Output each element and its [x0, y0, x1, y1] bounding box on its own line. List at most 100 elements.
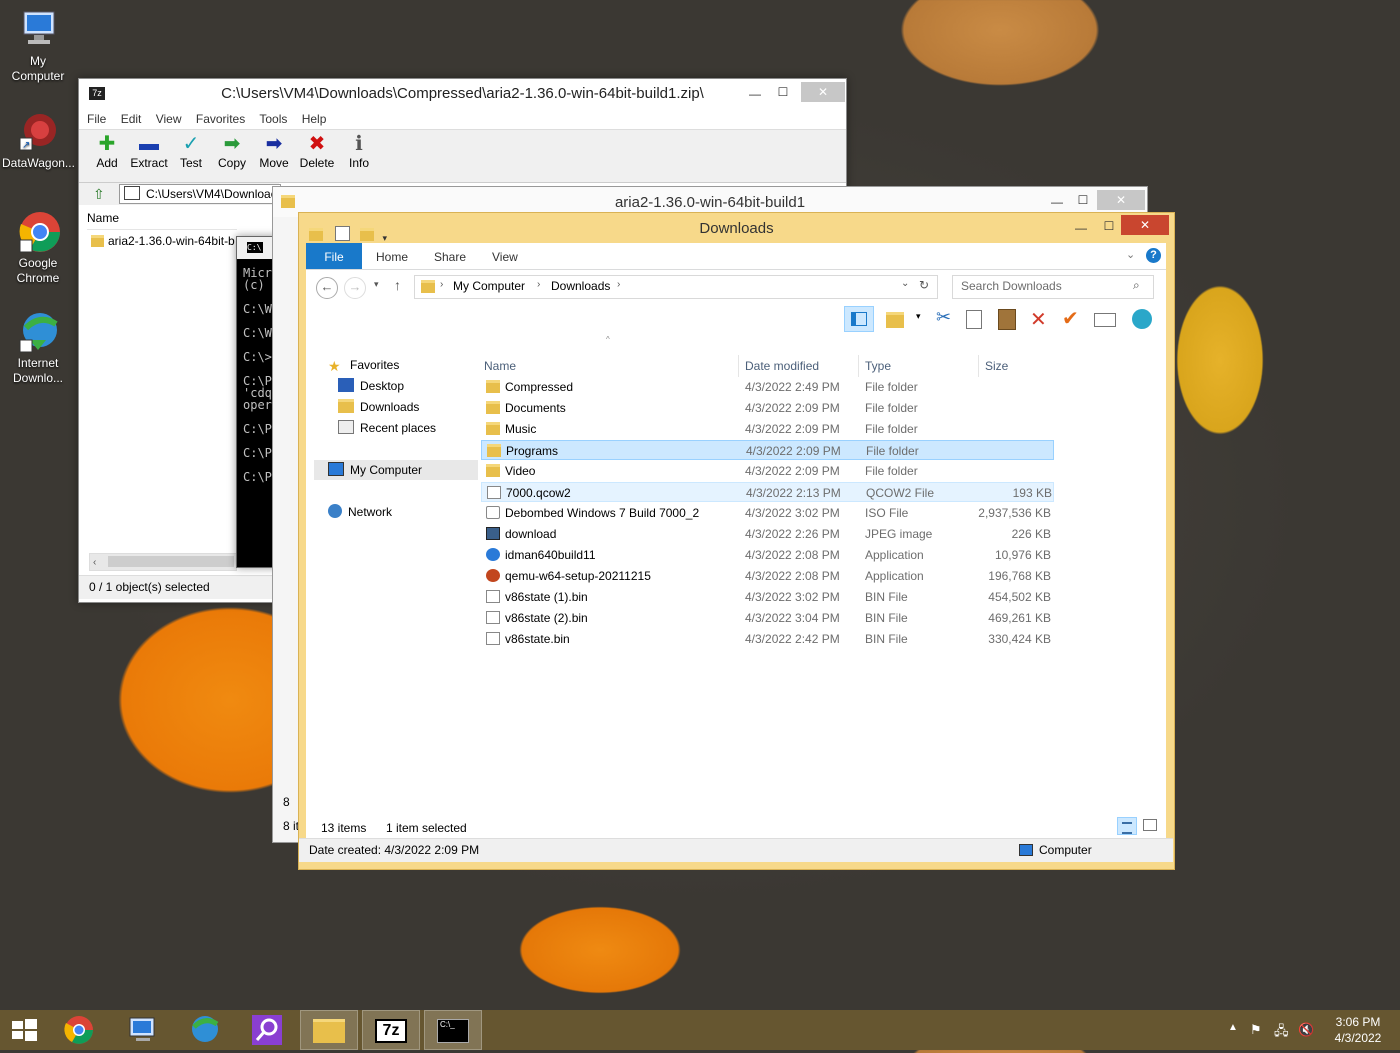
action-center-flag-icon[interactable]: ⚑ — [1250, 1022, 1262, 1038]
taskbar-internet-download-manager[interactable] — [176, 1010, 234, 1050]
column-type[interactable]: Type — [865, 355, 891, 377]
taskbar-my-computer[interactable] — [114, 1010, 172, 1050]
taskbar-7zip[interactable]: 7z — [362, 1010, 420, 1050]
nav-favorites[interactable]: ★ Favorites — [328, 355, 399, 375]
rename-check-icon[interactable]: ✔ — [1062, 306, 1079, 331]
taskbar-file-explorer[interactable] — [300, 1010, 358, 1050]
properties-icon[interactable] — [1094, 313, 1116, 327]
nav-desktop[interactable]: Desktop — [338, 376, 404, 396]
network-globe-icon[interactable] — [1132, 309, 1152, 329]
extract-button[interactable]: ▬ Extract — [129, 130, 169, 170]
preview-pane-button[interactable] — [844, 306, 874, 332]
refresh-icon[interactable]: ↻ — [919, 278, 929, 292]
address-dropdown-icon[interactable]: ⌄ — [901, 278, 909, 289]
breadcrumb-my-computer[interactable]: My Computer — [453, 279, 525, 293]
address-bar[interactable]: › My Computer › Downloads › ⌄ ↻ — [414, 275, 938, 299]
nav-downloads[interactable]: Downloads — [338, 397, 419, 417]
file-row-qemu-setup[interactable]: qemu-w64-setup-20211215 4/3/2022 2:08 PM A… — [481, 566, 1054, 586]
recent-locations-icon[interactable]: ▾ — [374, 279, 379, 290]
start-button[interactable] — [0, 1010, 48, 1050]
scroll-thumb[interactable] — [108, 556, 234, 567]
sevenzip-column-name[interactable]: Name — [87, 207, 237, 230]
test-button[interactable]: ✓ Test — [171, 130, 211, 170]
minimize-button[interactable]: — — [1043, 192, 1071, 212]
delete-icon[interactable]: ✕ — [1030, 307, 1047, 332]
details-view-button[interactable] — [1117, 817, 1137, 835]
move-button[interactable]: ➡ Move — [254, 130, 294, 170]
taskbar-search[interactable] — [238, 1010, 296, 1050]
tab-share[interactable]: Share — [434, 243, 466, 269]
file-row-video[interactable]: Video 4/3/2022 2:09 PM File folder — [481, 461, 1054, 481]
maximize-button[interactable]: ☐ — [1069, 190, 1097, 210]
close-button[interactable]: ✕ — [1097, 190, 1145, 210]
add-button[interactable]: ✚ Add — [87, 130, 127, 170]
network-tray-icon[interactable]: 🖧 — [1274, 1022, 1289, 1044]
close-button[interactable]: ✕ — [801, 82, 845, 102]
column-date-modified[interactable]: Date modified — [745, 355, 819, 377]
up-button[interactable]: ↑ — [394, 277, 401, 293]
downloads-titlebar[interactable]: ▾ Downloads — ☐ ✕ — [299, 213, 1174, 243]
delete-button[interactable]: ✖ Delete — [297, 130, 337, 170]
paste-icon[interactable] — [998, 309, 1016, 330]
search-input[interactable]: Search Downloads ⌕ — [952, 275, 1154, 299]
column-size[interactable]: Size — [985, 355, 1008, 377]
file-row-v86state-2[interactable]: v86state (2).bin 4/3/2022 3:04 PM BIN File… — [481, 608, 1054, 628]
info-button[interactable]: ℹ Info — [339, 130, 379, 170]
menu-help[interactable]: Help — [302, 112, 327, 126]
cut-icon[interactable]: ✂ — [936, 307, 951, 328]
file-row-programs[interactable]: Programs 4/3/2022 2:09 PM File folder — [481, 440, 1054, 460]
nav-recent-places[interactable]: Recent places — [338, 418, 436, 438]
nav-network[interactable]: Network — [328, 502, 392, 522]
close-button[interactable]: ✕ — [1121, 215, 1169, 235]
taskbar-chrome[interactable] — [50, 1010, 108, 1050]
sevenzip-path-input[interactable]: C:\Users\VM4\Downloac — [119, 184, 281, 204]
file-row-documents[interactable]: Documents 4/3/2022 2:09 PM File folder — [481, 398, 1054, 418]
file-row-download-jpeg[interactable]: download 4/3/2022 2:26 PM JPEG image 226 KB — [481, 524, 1054, 544]
menu-tools[interactable]: Tools — [259, 112, 287, 126]
tab-home[interactable]: Home — [376, 243, 408, 269]
ribbon-expand-icon[interactable]: ⌄ — [1126, 248, 1135, 261]
file-row-compressed[interactable]: Compressed 4/3/2022 2:49 PM File folder — [481, 377, 1054, 397]
sevenzip-list-item[interactable]: aria2-1.36.0-win-64bit-b — [91, 231, 237, 251]
copy-button[interactable]: ➡ Copy — [212, 130, 252, 170]
help-icon[interactable]: ? — [1146, 248, 1161, 263]
file-row-v86state[interactable]: v86state.bin 4/3/2022 2:42 PM BIN File 330,… — [481, 629, 1054, 649]
search-icon[interactable]: ⌕ — [1133, 278, 1140, 293]
breadcrumb-downloads[interactable]: Downloads — [551, 279, 610, 293]
desktop-icon-google-chrome[interactable]: Google Chrome — [2, 210, 74, 286]
menu-edit[interactable]: Edit — [121, 112, 142, 126]
forward-button[interactable]: → — [344, 277, 366, 299]
sevenzip-titlebar[interactable]: 7z C:\Users\VM4\Downloads\Compressed\ari… — [79, 79, 846, 109]
maximize-button[interactable]: ☐ — [769, 82, 797, 102]
horizontal-scrollbar[interactable]: ‹ — [89, 553, 237, 571]
file-row-7000-qcow2[interactable]: 7000.qcow2 4/3/2022 2:13 PM QCOW2 File 193 … — [481, 482, 1054, 502]
maximize-button[interactable]: ☐ — [1095, 216, 1123, 236]
up-folder-icon[interactable]: ⇧ — [93, 186, 105, 203]
properties-icon[interactable] — [335, 226, 351, 241]
clock[interactable]: 3:06 PM 4/3/2022 — [1330, 1014, 1386, 1046]
downloads-explorer-window[interactable]: ▾ Downloads — ☐ ✕ File Home Share View ⌄… — [298, 212, 1175, 870]
menu-view[interactable]: View — [156, 112, 182, 126]
volume-muted-icon[interactable]: 🔇 — [1298, 1022, 1314, 1038]
organize-chevron-icon[interactable]: ▾ — [916, 311, 921, 322]
file-row-music[interactable]: Music 4/3/2022 2:09 PM File folder — [481, 419, 1054, 439]
desktop-icon-datawagon[interactable]: ↗ DataWagon... — [2, 110, 75, 171]
copy-icon[interactable] — [966, 310, 982, 329]
back-button[interactable]: ← — [316, 277, 338, 299]
organize-icon[interactable] — [886, 312, 904, 328]
minimize-button[interactable]: — — [1067, 218, 1095, 238]
tab-view[interactable]: View — [492, 243, 518, 269]
column-name[interactable]: Name — [484, 355, 516, 377]
file-row-idman[interactable]: idman640build11 4/3/2022 2:08 PM Applicati… — [481, 545, 1054, 565]
desktop-icon-internet-download-manager[interactable]: Internet Downlo... — [2, 310, 74, 386]
desktop-icon-my-computer[interactable]: My Computer — [2, 8, 74, 84]
nav-my-computer[interactable]: My Computer — [314, 460, 478, 480]
customize-chevron-icon[interactable]: ▾ — [383, 233, 388, 243]
taskbar-cmd[interactable]: C:\_ — [424, 1010, 482, 1050]
show-hidden-icons-icon[interactable]: ▲ — [1228, 1022, 1238, 1033]
new-folder-icon[interactable] — [360, 228, 375, 241]
menu-favorites[interactable]: Favorites — [196, 112, 245, 126]
large-icons-view-button[interactable] — [1143, 819, 1157, 831]
tab-file[interactable]: File — [306, 243, 362, 269]
scroll-left-icon[interactable]: ‹ — [93, 557, 96, 568]
